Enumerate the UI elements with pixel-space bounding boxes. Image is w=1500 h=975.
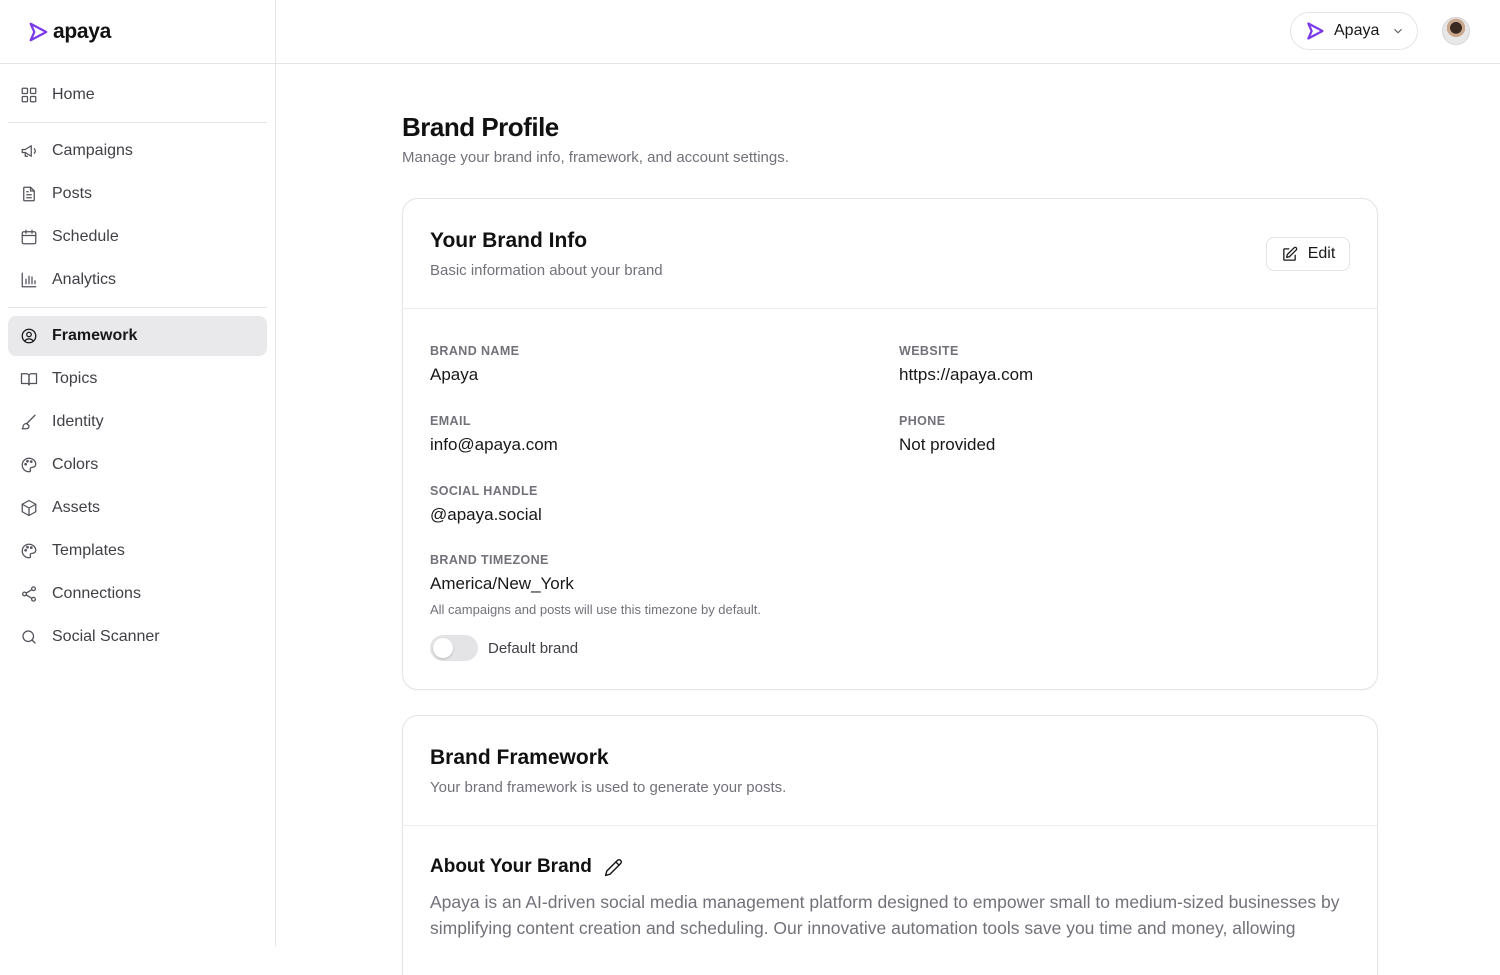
sidebar-item-label: Campaigns [52,142,133,159]
field-label: SOCIAL HANDLE [430,484,538,498]
about-your-brand-title: About Your Brand [430,856,592,877]
default-brand-label: Default brand [488,639,579,657]
logo[interactable]: apaya [0,0,275,64]
sidebar-item-topics[interactable]: Topics [8,359,267,399]
sidebar-item-assets[interactable]: Assets [8,488,267,528]
default-brand-row: Default brand [430,635,578,661]
edit-icon [1282,246,1297,261]
sidebar-divider [8,122,267,123]
edit-button[interactable]: Edit [1266,237,1350,271]
field-brand-timezone: BRAND TIMEZONE America/New_York [430,553,574,594]
megaphone-icon [21,145,36,157]
apaya-logo-icon [29,22,48,41]
sidebar: apaya Home Campaigns Posts Schedule Anal… [0,0,276,946]
bar-chart-icon [21,272,37,288]
field-value: https://apaya.com [899,365,1034,384]
field-value: Apaya [430,365,479,384]
brand-info-description: Basic information about your brand [430,262,663,279]
field-value: @apaya.social [430,505,542,524]
field-value: America/New_York [430,574,574,593]
sidebar-item-connections[interactable]: Connections [8,574,267,614]
sidebar-item-label: Topics [52,370,98,387]
field-value: Not provided [899,435,996,454]
main-content: Brand Profile Manage your brand info, fr… [402,64,1378,975]
sidebar-item-schedule[interactable]: Schedule [8,217,267,257]
sidebar-nav: Home Campaigns Posts Schedule Analytics … [0,64,275,668]
sidebar-item-label: Framework [52,327,138,344]
page-title: Brand Profile [402,112,559,142]
sidebar-item-identity[interactable]: Identity [8,402,267,442]
sidebar-item-label: Identity [52,413,104,430]
about-your-brand-text: Apaya is an AI-driven social media manag… [430,892,1340,938]
book-open-icon [20,373,38,386]
field-label: PHONE [899,414,946,428]
sidebar-item-label: Social Scanner [52,628,160,645]
sidebar-item-label: Home [52,86,95,103]
palette-icon [21,457,37,473]
brush-icon [21,414,36,430]
timezone-hint: All campaigns and posts will use this ti… [430,602,761,617]
field-brand-name: BRAND NAME Apaya [430,344,519,385]
sidebar-item-label: Assets [52,499,101,516]
document-icon [23,186,35,202]
sidebar-item-campaigns[interactable]: Campaigns [8,131,267,171]
share-icon [21,586,37,602]
brand-framework-card: Brand Framework Your brand framework is … [402,715,1378,975]
field-phone: PHONE Not provided [899,414,995,455]
brand-framework-description: Your brand framework is used to generate… [430,779,787,796]
brand-info-card: Your Brand Info Basic information about … [402,198,1378,690]
brand-framework-title: Brand Framework [430,746,609,769]
field-label: BRAND NAME [430,344,520,358]
brand-framework-header: Brand Framework Your brand framework is … [403,716,1377,826]
sidebar-item-social-scanner[interactable]: Social Scanner [8,617,267,657]
field-value: info@apaya.com [430,435,558,454]
default-brand-toggle[interactable] [430,635,478,661]
brand-switcher-label: Apaya [1334,22,1380,39]
brand-info-header: Your Brand Info Basic information about … [403,199,1377,309]
field-label: WEBSITE [899,344,959,358]
sidebar-item-label: Connections [52,585,141,602]
calendar-icon [21,229,37,245]
field-email: EMAIL info@apaya.com [430,414,558,455]
user-circle-icon [21,328,37,344]
grid-icon [21,87,37,103]
edit-button-label: Edit [1307,245,1336,262]
sidebar-divider [8,307,267,308]
top-bar: Apaya [276,0,1500,64]
sidebar-item-label: Posts [52,185,93,202]
sidebar-item-analytics[interactable]: Analytics [8,260,267,300]
brand-info-title: Your Brand Info [430,229,588,252]
logo-text: apaya [53,19,112,43]
sidebar-item-label: Analytics [52,271,117,288]
sidebar-item-home[interactable]: Home [8,75,267,115]
package-icon [21,499,37,517]
field-label: BRAND TIMEZONE [430,553,549,567]
sidebar-item-label: Schedule [52,228,119,245]
sidebar-item-label: Templates [52,542,125,559]
search-icon [22,630,36,644]
sidebar-item-colors[interactable]: Colors [8,445,267,485]
about-your-brand-heading: About Your Brand [430,856,623,878]
chevron-down-icon [1394,28,1402,34]
sidebar-item-posts[interactable]: Posts [8,174,267,214]
field-label: EMAIL [430,414,471,428]
brand-switcher[interactable]: Apaya [1290,12,1418,50]
avatar[interactable] [1442,17,1470,45]
apaya-logo-icon [1307,22,1324,40]
palette-icon [21,543,37,559]
pencil-icon[interactable] [604,858,623,877]
sidebar-item-framework[interactable]: Framework [8,316,267,356]
page-subtitle: Manage your brand info, framework, and a… [402,149,789,166]
field-social-handle: SOCIAL HANDLE @apaya.social [430,484,542,525]
sidebar-item-label: Colors [52,456,99,473]
sidebar-item-templates[interactable]: Templates [8,531,267,571]
field-website: WEBSITE https://apaya.com [899,344,1033,385]
